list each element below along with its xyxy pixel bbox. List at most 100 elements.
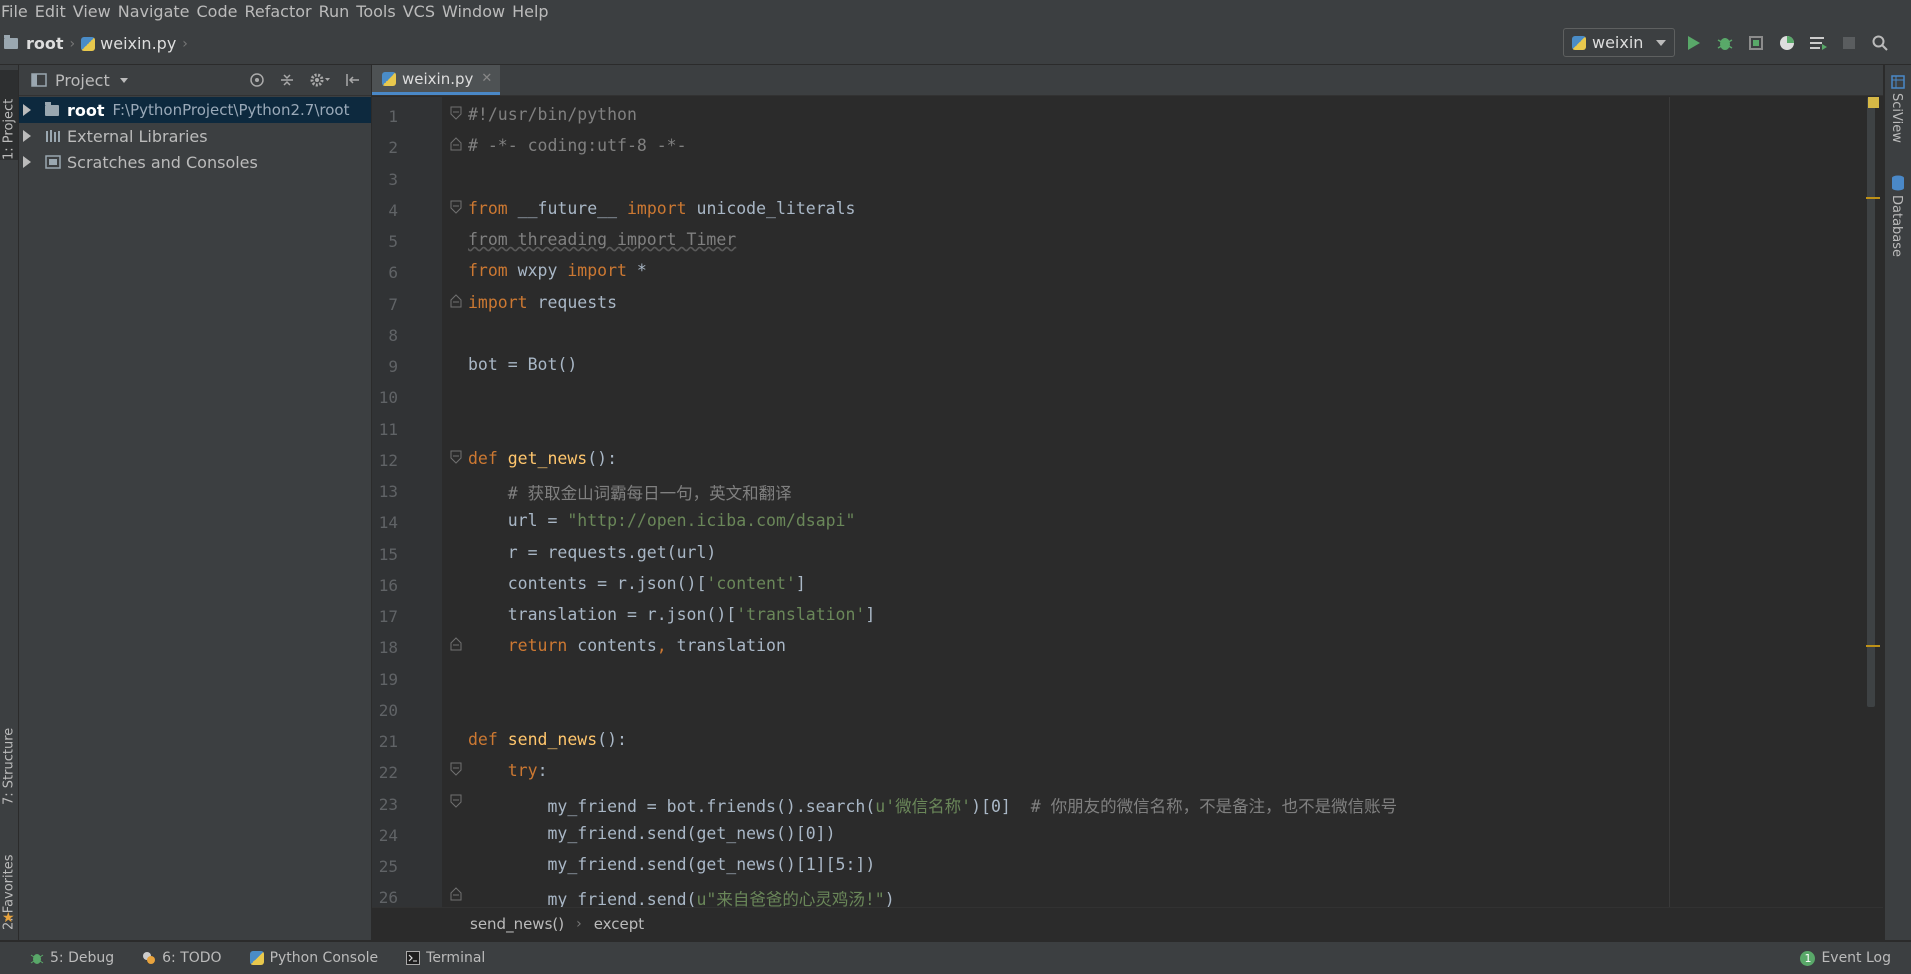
tree-item-root[interactable]: root F:\PythonProject\Python2.7\root bbox=[19, 97, 371, 123]
profile-button[interactable] bbox=[1776, 32, 1798, 54]
event-log-label: Event Log bbox=[1821, 950, 1891, 966]
breadcrumb-block[interactable]: except bbox=[594, 915, 644, 933]
code-line: r = requests.get(url) bbox=[468, 543, 717, 562]
left-tool-strip: 1: Project 7: Structure 2: Favorites ★ bbox=[0, 65, 19, 940]
menu-bar: File Edit View Navigate Code Refactor Ru… bbox=[0, 0, 1911, 22]
code-breadcrumb-bar: send_news() › except bbox=[372, 907, 1883, 940]
concurrency-button[interactable] bbox=[1807, 32, 1829, 54]
inspection-status-icon[interactable] bbox=[1868, 97, 1879, 108]
sciview-icon bbox=[1891, 75, 1905, 89]
code-line: return contents, translation bbox=[507, 636, 786, 655]
code-line: try: bbox=[507, 761, 548, 780]
star-icon: ★ bbox=[2, 910, 15, 926]
search-icon bbox=[1872, 35, 1888, 51]
code-editor[interactable]: #!/usr/bin/python # -*- coding:utf-8 -*-… bbox=[372, 97, 1662, 907]
project-view-icon bbox=[31, 73, 47, 87]
terminal-icon bbox=[406, 951, 421, 965]
stop-button[interactable] bbox=[1838, 32, 1860, 54]
code-line: from wxpy import * bbox=[468, 261, 647, 280]
menu-help[interactable]: Help bbox=[512, 2, 555, 21]
menu-navigate[interactable]: Navigate bbox=[118, 2, 197, 21]
coverage-icon bbox=[1749, 36, 1763, 50]
chevron-down-icon[interactable] bbox=[119, 77, 128, 83]
debug-button[interactable] bbox=[1714, 32, 1736, 54]
python-icon bbox=[1572, 35, 1586, 50]
code-line: my_friend.send(get_news()[1][5:]) bbox=[468, 855, 876, 874]
debug-label: 5: Debug bbox=[50, 950, 115, 966]
project-panel: Project root F:\PythonProject\Python2.7\… bbox=[19, 65, 372, 940]
warning-marker[interactable] bbox=[1866, 645, 1880, 647]
tab-project-tool[interactable]: 1: Project bbox=[0, 70, 18, 160]
bug-icon bbox=[1717, 38, 1733, 50]
code-line: def get_news(): bbox=[468, 449, 618, 468]
run-button[interactable] bbox=[1683, 32, 1705, 54]
project-tool-label: 1: Project bbox=[1, 98, 17, 160]
expand-arrow-icon[interactable] bbox=[23, 104, 31, 116]
run-toolbar bbox=[1683, 32, 1891, 54]
project-view-select[interactable]: Project bbox=[55, 71, 110, 90]
run-configuration-select[interactable]: weixin bbox=[1563, 28, 1675, 57]
tree-item-external-libraries[interactable]: External Libraries bbox=[19, 123, 371, 149]
menu-view[interactable]: View bbox=[73, 2, 118, 21]
tab-terminal[interactable]: Terminal bbox=[406, 950, 485, 966]
menu-file[interactable]: File bbox=[1, 2, 35, 21]
tab-sciview[interactable]: SciView bbox=[1889, 93, 1904, 143]
python-file-icon bbox=[382, 71, 396, 86]
locate-icon[interactable] bbox=[249, 72, 265, 88]
coverage-button[interactable] bbox=[1745, 32, 1767, 54]
editor-scrollbar[interactable] bbox=[1866, 97, 1876, 907]
tree-item-path: F:\PythonProject\Python2.7\root bbox=[112, 101, 350, 119]
warning-marker[interactable] bbox=[1866, 197, 1880, 199]
menu-tools[interactable]: Tools bbox=[356, 2, 402, 21]
breadcrumb-function[interactable]: send_news() bbox=[470, 915, 564, 933]
breadcrumb-separator: › bbox=[576, 916, 582, 932]
tree-item-scratches[interactable]: Scratches and Consoles bbox=[19, 149, 371, 175]
python-console-label: Python Console bbox=[269, 950, 379, 966]
code-line: # -*- coding:utf-8 -*- bbox=[468, 136, 687, 155]
menu-window[interactable]: Window bbox=[442, 2, 512, 21]
run-config-label: weixin bbox=[1592, 33, 1644, 52]
editor-area: weixin.py ✕ 1 2 3 4 5 6 7 8 9 10 11 12 1… bbox=[372, 65, 1883, 940]
tree-item-label: External Libraries bbox=[67, 126, 208, 146]
tab-structure-tool[interactable]: 7: Structure bbox=[0, 705, 18, 805]
gear-icon[interactable] bbox=[309, 72, 331, 88]
folder-icon bbox=[4, 35, 18, 49]
tab-event-log[interactable]: 1 Event Log bbox=[1800, 950, 1891, 966]
python-file-icon bbox=[81, 36, 96, 51]
code-line: bot = Bot() bbox=[468, 355, 578, 374]
play-icon bbox=[1688, 36, 1700, 50]
tab-python-console[interactable]: Python Console bbox=[249, 950, 379, 966]
menu-refactor[interactable]: Refactor bbox=[244, 2, 318, 21]
code-line: translation = r.json()['translation'] bbox=[468, 605, 876, 624]
scrollbar-thumb[interactable] bbox=[1867, 97, 1875, 707]
code-line: contents = r.json()['content'] bbox=[468, 574, 806, 593]
breadcrumb-root[interactable]: root bbox=[26, 34, 64, 53]
breadcrumb-file[interactable]: weixin.py bbox=[100, 34, 176, 53]
bug-icon bbox=[30, 954, 44, 964]
code-line: my_friend.send(get_news()[0]) bbox=[468, 824, 836, 843]
menu-vcs[interactable]: VCS bbox=[403, 2, 442, 21]
code-line: my_friend.send(u"来自爸爸的心灵鸡汤!") bbox=[468, 890, 895, 907]
code-line: def send_news(): bbox=[468, 730, 627, 749]
collapse-all-icon[interactable] bbox=[279, 72, 295, 88]
tab-database[interactable]: Database bbox=[1889, 195, 1904, 257]
tab-debug[interactable]: 5: Debug bbox=[30, 950, 114, 966]
tree-item-label: root bbox=[67, 100, 105, 120]
hide-panel-icon[interactable] bbox=[345, 72, 361, 88]
close-icon[interactable]: ✕ bbox=[481, 71, 492, 86]
code-line: import requests bbox=[468, 293, 618, 312]
menu-run[interactable]: Run bbox=[319, 2, 357, 21]
code-line: my_friend = bot.friends().search(u'微信名称'… bbox=[468, 797, 1398, 816]
concurrency-icon bbox=[1810, 37, 1827, 50]
expand-arrow-icon[interactable] bbox=[23, 130, 31, 142]
tab-todo[interactable]: 6: TODO bbox=[142, 950, 222, 966]
search-everywhere-button[interactable] bbox=[1869, 32, 1891, 54]
tab-weixin-py[interactable]: weixin.py ✕ bbox=[372, 65, 500, 95]
expand-arrow-icon[interactable] bbox=[23, 156, 31, 168]
menu-code[interactable]: Code bbox=[197, 2, 245, 21]
scratches-icon bbox=[45, 155, 61, 169]
menu-edit[interactable]: Edit bbox=[35, 2, 73, 21]
breadcrumb: root › weixin.py › bbox=[4, 34, 194, 53]
tree-item-label: Scratches and Consoles bbox=[67, 152, 258, 172]
project-panel-header: Project bbox=[19, 65, 371, 96]
